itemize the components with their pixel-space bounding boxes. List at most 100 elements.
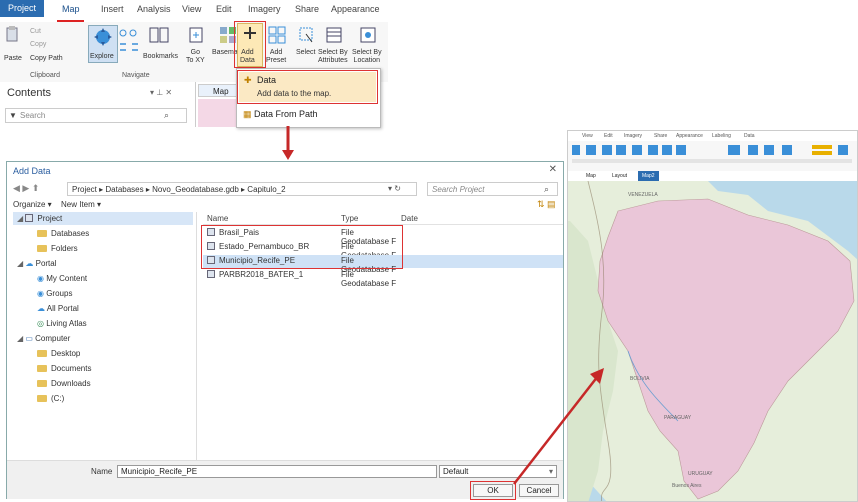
zoom-icons[interactable] bbox=[118, 28, 140, 56]
nav-item-computer[interactable]: ◢ ▭ Computer bbox=[17, 334, 70, 343]
contents-pane: Contents ▾ ⊥ ✕ ▼ Search ⌕ bbox=[0, 82, 196, 127]
nav-item-my-content[interactable]: ◉ My Content bbox=[37, 274, 87, 283]
select-by-location-icon[interactable] bbox=[360, 26, 376, 46]
cut-button[interactable]: Cut bbox=[30, 28, 41, 36]
map-view-tab-label: Map bbox=[213, 87, 229, 96]
copy-path-button[interactable]: Copy Path bbox=[30, 55, 63, 63]
tab-appearance[interactable]: Appearance bbox=[331, 4, 380, 14]
select-by-attributes-button[interactable]: Select By Attributes bbox=[318, 49, 348, 65]
refresh-icon[interactable]: ▾ ↻ bbox=[388, 184, 401, 193]
nav-item-documents[interactable]: Documents bbox=[37, 364, 91, 373]
downloads-folder-icon bbox=[37, 380, 47, 387]
breadcrumb: Project ▸ Databases ▸ Novo_Geodatabase.g… bbox=[72, 185, 286, 194]
tab-share[interactable]: Share bbox=[295, 4, 319, 14]
tab-map[interactable]: Map bbox=[62, 4, 80, 14]
mapwin-tab-share[interactable]: Share bbox=[654, 133, 667, 139]
contents-pin-controls[interactable]: ▾ ⊥ ✕ bbox=[150, 88, 172, 97]
nav-back-forward-icons[interactable]: ◀ ▶ ⬆ bbox=[13, 183, 39, 194]
nav-item-folders[interactable]: Folders bbox=[37, 244, 78, 253]
close-icon[interactable]: ✕ bbox=[549, 164, 557, 175]
name-input[interactable]: Municipio_Recife_PE bbox=[117, 465, 437, 478]
dialog-search-placeholder: Search Project bbox=[432, 185, 485, 194]
add-data-dialog: Add Data ✕ ◀ ▶ ⬆ Project ▸ Databases ▸ N… bbox=[6, 161, 564, 500]
nav-item-project[interactable]: ◢ Project bbox=[17, 214, 62, 223]
arcgis-ribbon: Project Map Insert Analysis View Edit Im… bbox=[0, 0, 388, 128]
data-item-highlight bbox=[237, 70, 378, 104]
portal-icon: ☁ bbox=[25, 259, 36, 268]
dialog-title: Add Data bbox=[13, 166, 51, 176]
column-header-name[interactable]: Name bbox=[207, 214, 228, 223]
mapwin-tab-appearance[interactable]: Appearance bbox=[676, 133, 703, 139]
add-preset-button[interactable]: Add Preset bbox=[266, 49, 286, 65]
nav-item-living-atlas[interactable]: ◎ Living Atlas bbox=[37, 319, 87, 328]
select-by-attributes-icon[interactable] bbox=[326, 26, 342, 46]
tab-insert[interactable]: Insert bbox=[101, 4, 124, 14]
nav-item-c-drive[interactable]: (C:) bbox=[37, 394, 64, 403]
tab-analysis[interactable]: Analysis bbox=[137, 4, 171, 14]
mapwin-tab-imagery[interactable]: Imagery bbox=[624, 133, 642, 139]
nav-item-downloads[interactable]: Downloads bbox=[37, 379, 91, 388]
arrow-to-map bbox=[513, 368, 604, 485]
tab-project[interactable]: Project bbox=[0, 0, 44, 17]
mapwin-ribbon bbox=[568, 141, 857, 172]
nav-item-groups[interactable]: ◉ Groups bbox=[37, 289, 72, 298]
select-icon[interactable] bbox=[298, 26, 314, 46]
select-button[interactable]: Select bbox=[296, 49, 315, 57]
dialog-search-input[interactable]: Search Project ⌕ bbox=[427, 182, 558, 196]
breadcrumb-folder[interactable]: Capitulo_2 bbox=[247, 185, 285, 194]
tab-edit[interactable]: Edit bbox=[216, 4, 232, 14]
dropdown-item-data-from-path[interactable]: ▦ Data From Path bbox=[243, 109, 318, 120]
file-row[interactable]: PARBR2018_BATER_1 File Geodatabase F bbox=[203, 270, 403, 288]
paste-icon[interactable] bbox=[6, 26, 18, 44]
bookmarks-icon[interactable] bbox=[148, 26, 170, 46]
nav-item-all-portal[interactable]: ☁ All Portal bbox=[37, 304, 79, 313]
go-to-xy-icon[interactable] bbox=[188, 26, 204, 46]
new-item-menu[interactable]: New Item ▾ bbox=[61, 200, 101, 209]
desktop-folder-icon bbox=[37, 350, 47, 357]
bookmarks-button[interactable]: Bookmarks bbox=[143, 53, 178, 61]
dropdown-item-data-from-path-label: Data From Path bbox=[254, 109, 318, 119]
mapwin-view-tab-map[interactable]: Map bbox=[586, 173, 596, 179]
breadcrumb-project[interactable]: Project bbox=[72, 185, 97, 194]
map-window-screenshot: View Edit Imagery Share Appearance Label… bbox=[567, 130, 858, 502]
mapwin-tab-labeling[interactable]: Labeling bbox=[712, 133, 731, 139]
address-bar[interactable]: Project ▸ Databases ▸ Novo_Geodatabase.g… bbox=[67, 182, 417, 196]
database-icon bbox=[37, 230, 47, 237]
nav-item-desktop[interactable]: Desktop bbox=[37, 349, 80, 358]
breadcrumb-gdb[interactable]: Novo_Geodatabase.gdb bbox=[152, 185, 239, 194]
sort-icon[interactable]: ⇅ ▤ bbox=[537, 199, 556, 210]
select-by-location-button[interactable]: Select By Location bbox=[352, 49, 382, 65]
add-preset-icon[interactable] bbox=[268, 26, 286, 46]
mapwin-tab-edit[interactable]: Edit bbox=[604, 133, 613, 139]
groups-icon: ◉ bbox=[37, 289, 47, 298]
breadcrumb-databases[interactable]: Databases bbox=[105, 185, 143, 194]
tab-view[interactable]: View bbox=[182, 4, 201, 14]
navigate-group-label: Navigate bbox=[122, 72, 150, 79]
computer-icon: ▭ bbox=[25, 334, 36, 343]
dialog-search-icon: ⌕ bbox=[544, 184, 550, 194]
filter-icon: ▼ bbox=[9, 111, 17, 120]
contents-search-input[interactable]: ▼ Search ⌕ bbox=[5, 108, 187, 123]
copy-button[interactable]: Copy bbox=[30, 41, 46, 49]
mapwin-tab-view[interactable]: View bbox=[582, 133, 593, 139]
mapwin-view-tab-layout[interactable]: Layout bbox=[612, 173, 627, 179]
organize-menu[interactable]: Organize ▾ bbox=[13, 200, 52, 209]
tab-imagery[interactable]: Imagery bbox=[248, 4, 281, 14]
filter-select-value: Default bbox=[443, 467, 469, 476]
nav-item-portal[interactable]: ◢ ☁ Portal bbox=[17, 259, 57, 268]
explore-label: Explore bbox=[90, 53, 114, 60]
geodatabase-class-icon bbox=[207, 270, 215, 278]
nav-item-databases[interactable]: Databases bbox=[37, 229, 89, 238]
go-to-xy-button[interactable]: Go To XY bbox=[186, 49, 205, 65]
paste-label[interactable]: Paste bbox=[4, 55, 22, 63]
south-america-map[interactable] bbox=[568, 181, 858, 502]
name-label: Name bbox=[91, 467, 113, 476]
file-row-name: PARBR2018_BATER_1 bbox=[207, 270, 303, 279]
column-header-type[interactable]: Type bbox=[341, 214, 358, 223]
contents-search-placeholder: Search bbox=[20, 111, 46, 120]
cloud-icon: ☁ bbox=[37, 304, 47, 313]
mapwin-tab-data[interactable]: Data bbox=[744, 133, 755, 139]
mapwin-view-tab-map2[interactable]: Map2 bbox=[638, 171, 659, 181]
clipboard-group-label: Clipboard bbox=[30, 72, 60, 79]
column-header-date[interactable]: Date bbox=[401, 214, 418, 223]
